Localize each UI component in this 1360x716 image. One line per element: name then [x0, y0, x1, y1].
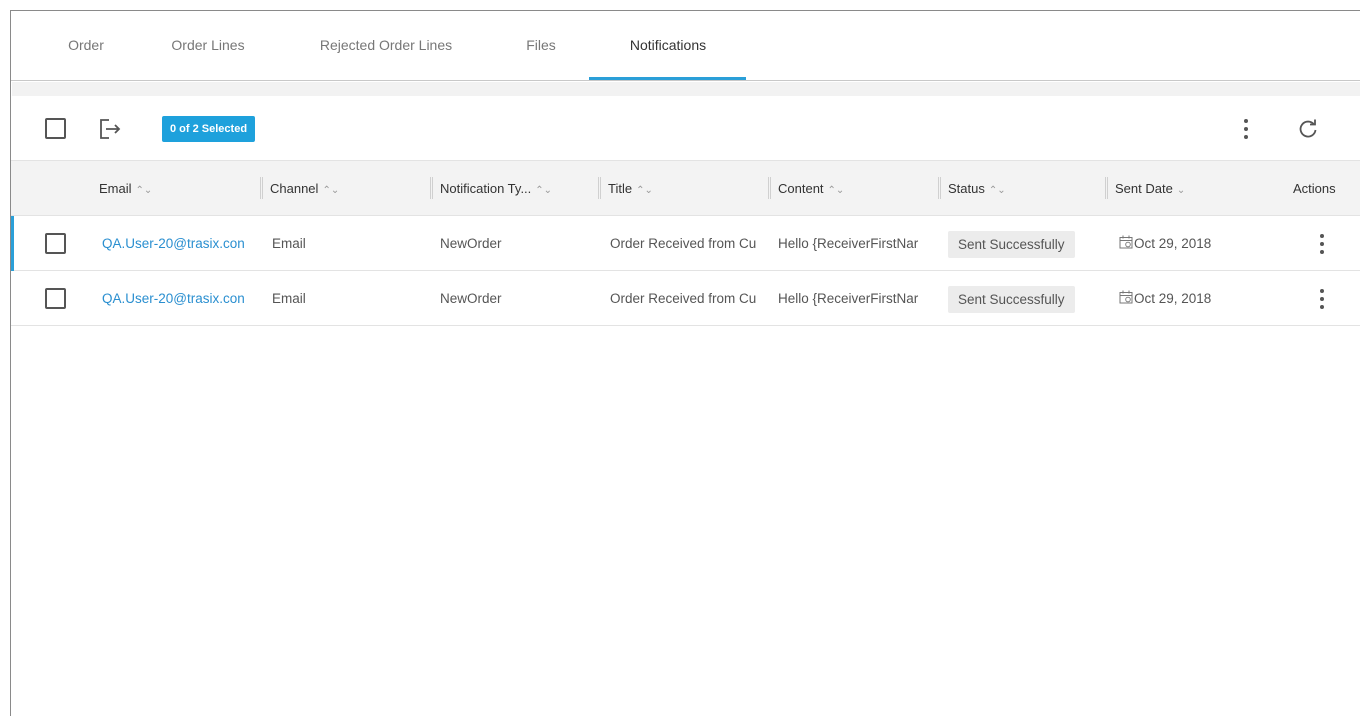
channel-cell: Email — [272, 291, 306, 306]
sort-icon: ⌃⌄ — [988, 185, 1006, 196]
sort-icon: ⌃⌄ — [636, 185, 653, 196]
active-tab-indicator — [589, 77, 746, 80]
sent-date-cell: Oct 29, 2018 — [1119, 271, 1259, 326]
email-link[interactable]: QA.User-20@trasix.con — [102, 271, 268, 326]
select-all-checkbox[interactable] — [45, 118, 66, 139]
tab-rejected-order-lines[interactable]: Rejected Order Lines — [305, 11, 467, 81]
calendar-icon — [1119, 235, 1133, 249]
status-badge: Sent Successfully — [948, 231, 1075, 258]
column-header-channel[interactable]: Channel ⌃⌄ — [270, 161, 339, 216]
column-header-notification-type[interactable]: Notification Ty... ⌃⌄ — [440, 161, 552, 216]
status-badge: Sent Successfully — [948, 286, 1075, 313]
row-checkbox[interactable] — [45, 288, 66, 309]
row-checkbox[interactable] — [45, 233, 66, 254]
notifications-panel: Order Order Lines Rejected Order Lines F… — [10, 10, 1360, 716]
notification-type-cell: NewOrder — [440, 291, 502, 306]
sort-icon: ⌃⌄ — [322, 185, 340, 196]
table-row[interactable]: QA.User-20@trasix.con Email NewOrder Ord… — [11, 271, 1360, 326]
column-header-email[interactable]: Email ⌃⌄ — [99, 161, 152, 216]
section-divider — [12, 82, 1360, 96]
table-row[interactable]: QA.User-20@trasix.con Email NewOrder Ord… — [11, 216, 1360, 271]
content-cell: Hello {ReceiverFirstNar — [778, 236, 919, 251]
selection-count-badge: 0 of 2 Selected — [162, 116, 256, 142]
sort-icon: ⌄ — [1176, 185, 1186, 196]
column-resizer[interactable] — [430, 177, 433, 199]
column-resizer[interactable] — [260, 177, 263, 199]
export-icon[interactable] — [97, 117, 123, 141]
email-link[interactable]: QA.User-20@trasix.con — [102, 216, 268, 271]
calendar-icon — [1119, 290, 1133, 304]
tab-order[interactable]: Order — [63, 11, 109, 81]
column-header-actions: Actions — [1293, 181, 1336, 196]
channel-cell: Email — [272, 236, 306, 251]
table-header: Email ⌃⌄ Channel ⌃⌄ Notification Ty... ⌃⌄ T… — [11, 161, 1360, 216]
refresh-icon[interactable] — [1297, 118, 1319, 140]
tab-bar: Order Order Lines Rejected Order Lines F… — [11, 11, 1360, 81]
more-vert-icon[interactable] — [1241, 118, 1251, 140]
column-header-content[interactable]: Content ⌃⌄ — [778, 161, 844, 216]
tab-notifications[interactable]: Notifications — [613, 11, 723, 81]
title-cell: Order Received from Cu — [610, 236, 757, 251]
title-cell: Order Received from Cu — [610, 291, 757, 306]
column-resizer[interactable] — [598, 177, 601, 199]
column-header-title[interactable]: Title ⌃⌄ — [608, 161, 653, 216]
column-header-sent-date[interactable]: Sent Date ⌄ — [1115, 161, 1185, 216]
tab-files[interactable]: Files — [519, 11, 563, 81]
column-resizer[interactable] — [938, 177, 941, 199]
sent-date-cell: Oct 29, 2018 — [1119, 216, 1259, 271]
sort-icon: ⌃⌄ — [827, 185, 845, 196]
column-resizer[interactable] — [1105, 177, 1108, 199]
content-cell: Hello {ReceiverFirstNar — [778, 291, 919, 306]
tab-order-lines[interactable]: Order Lines — [163, 11, 253, 81]
column-resizer[interactable] — [768, 177, 771, 199]
grid-toolbar: 0 of 2 Selected — [11, 96, 1360, 161]
notification-type-cell: NewOrder — [440, 236, 502, 251]
row-actions-icon[interactable] — [1317, 288, 1327, 310]
column-header-status[interactable]: Status ⌃⌄ — [948, 161, 1006, 216]
sort-icon: ⌃⌄ — [135, 185, 153, 196]
row-actions-icon[interactable] — [1317, 233, 1327, 255]
sort-icon: ⌃⌄ — [535, 185, 553, 196]
